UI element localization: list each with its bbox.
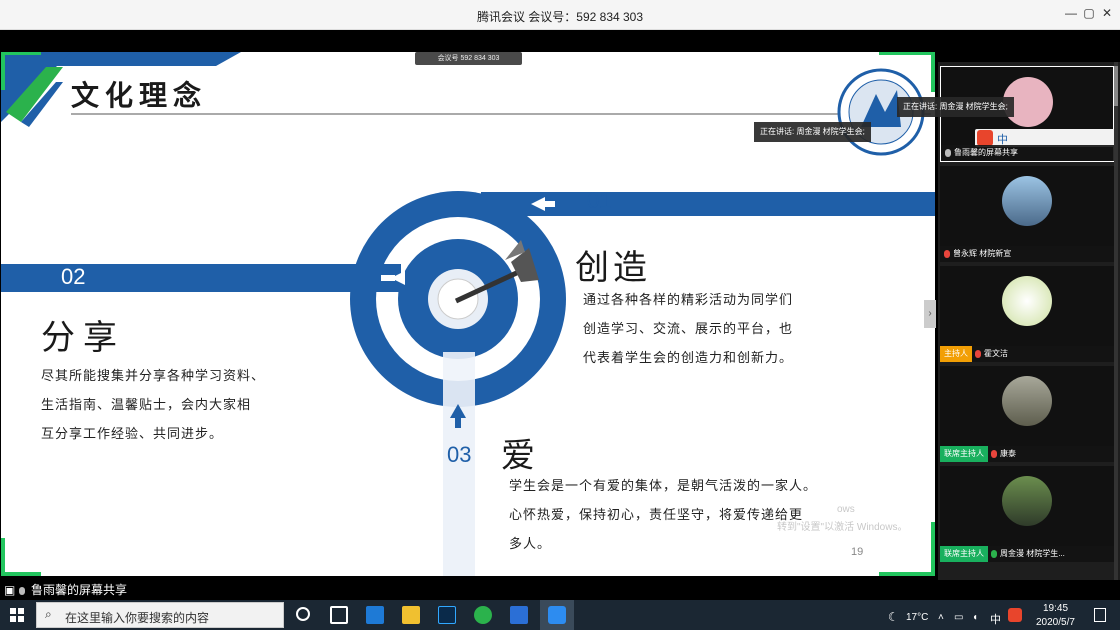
tencent-meeting-taskbar-button[interactable] bbox=[540, 600, 574, 630]
activation-watermark-1: ows bbox=[837, 504, 855, 515]
chevron-up-icon[interactable]: ˄ bbox=[938, 612, 944, 623]
participant-label: 主持人 霍文洁 bbox=[940, 346, 1114, 362]
participant-tile[interactable]: 联席主持人 康泰 bbox=[940, 366, 1114, 462]
close-button[interactable]: ✕ bbox=[1098, 6, 1116, 20]
task-view-icon[interactable] bbox=[330, 606, 348, 624]
speaking-tooltip: 正在讲话: 周金漫 材院学生会; bbox=[897, 97, 1014, 117]
section-love-text: 学生会是一个有爱的集体，是朝气活泼的一家人。 心怀热爱，保持初心，责任坚守，将爱… bbox=[509, 479, 818, 552]
screen-share-bar: ▣ 鲁雨馨的屏幕共享 bbox=[0, 580, 1120, 600]
taskbar-ime[interactable]: 中 bbox=[990, 611, 1001, 627]
search-icon: ⌕ bbox=[45, 607, 52, 621]
section-share-number: 02 bbox=[61, 264, 86, 289]
slide-heading: 文化理念 bbox=[71, 79, 208, 112]
section-create-text: 通过各种各样的精彩活动为同学们 创造学习、交流、展示的平台，也 代表着学生会的创… bbox=[583, 293, 794, 366]
meeting-id-badge[interactable]: 会议号 592 834 303 bbox=[415, 52, 522, 65]
activation-watermark-2: 转到"设置"以激活 Windows。 bbox=[777, 522, 908, 533]
microphone-muted-icon bbox=[975, 349, 981, 358]
microphone-active-icon bbox=[991, 549, 997, 558]
section-love-number: 03 bbox=[447, 442, 472, 467]
microphone-icon bbox=[945, 148, 951, 157]
avatar bbox=[1002, 476, 1052, 526]
clock-time[interactable]: 19:45 bbox=[1043, 603, 1068, 614]
participant-label: 联席主持人 康泰 bbox=[940, 446, 1114, 462]
window-title: 腾讯会议 会议号：592 834 303 bbox=[476, 10, 644, 24]
slide-page-number: 19 bbox=[851, 546, 864, 558]
window-titlebar: 腾讯会议 会议号：592 834 303 — ▢ ✕ bbox=[0, 0, 1120, 30]
screen-share-label: 鲁雨馨的屏幕共享 bbox=[31, 583, 128, 597]
participant-label: 曾永辉 材院新宣 bbox=[940, 246, 1114, 262]
participant-tile[interactable]: 主持人 霍文洁 bbox=[940, 266, 1114, 362]
panel-scrollbar[interactable] bbox=[1114, 62, 1118, 580]
volume-icon[interactable]: ◖ bbox=[972, 612, 978, 623]
word-icon[interactable] bbox=[510, 606, 528, 624]
maximize-button[interactable]: ▢ bbox=[1080, 6, 1098, 20]
section-share-text: 尽其所能搜集并分享各种学习资料、 生活指南、温馨贴士，会内大家相 互分享工作经验… bbox=[41, 369, 266, 442]
section-create-title: 创造 bbox=[575, 248, 651, 288]
participant-label: 联席主持人 周金漫 材院学生... bbox=[940, 546, 1114, 562]
participant-tile[interactable]: 正在讲话: 周金漫 材院学生会; 中 鲁雨馨的屏幕共享 bbox=[897, 66, 1117, 162]
photoshop-icon[interactable] bbox=[438, 606, 456, 624]
participant-tile[interactable]: 曾永辉 材院新宣 bbox=[940, 166, 1114, 262]
avatar bbox=[1002, 376, 1052, 426]
weather-temp[interactable]: 17°C bbox=[906, 612, 928, 623]
avatar bbox=[1002, 176, 1052, 226]
minimize-button[interactable]: — bbox=[1062, 6, 1080, 20]
microphone-muted-icon bbox=[991, 449, 997, 458]
notification-icon[interactable] bbox=[1094, 608, 1106, 622]
participant-tile[interactable]: 联席主持人 周金漫 材院学生... bbox=[940, 466, 1114, 562]
sogou-tray-icon[interactable] bbox=[1008, 608, 1022, 622]
file-explorer-icon[interactable] bbox=[402, 606, 420, 624]
battery-icon[interactable]: ▭ bbox=[954, 612, 963, 623]
section-create-number: 01 bbox=[587, 188, 612, 213]
screen-share-icon: ▣ bbox=[4, 583, 16, 597]
microphone-icon bbox=[18, 586, 25, 595]
edge-icon[interactable] bbox=[366, 606, 384, 624]
browser-icon[interactable] bbox=[474, 606, 492, 624]
clock-date[interactable]: 2020/5/7 bbox=[1036, 617, 1075, 628]
speaking-banner: 正在讲话: 周金漫 材院学生会; bbox=[754, 122, 871, 142]
chevron-right-icon[interactable]: › bbox=[924, 300, 936, 328]
microphone-muted-icon bbox=[944, 249, 950, 258]
moon-icon: ☾ bbox=[888, 610, 899, 624]
participant-label: 鲁雨馨的屏幕共享 bbox=[941, 145, 1115, 161]
section-love-title: 爱 bbox=[501, 436, 535, 476]
taskbar-search-input[interactable]: ⌕ 在这里输入你要搜索的内容 bbox=[36, 602, 284, 628]
participants-panel: 正在讲话: 周金漫 材院学生会; 中 鲁雨馨的屏幕共享 曾永辉 材院新宣 主持人… bbox=[897, 62, 1120, 580]
avatar bbox=[1002, 276, 1052, 326]
windows-start-icon[interactable] bbox=[10, 608, 24, 622]
cortana-icon[interactable] bbox=[296, 607, 310, 621]
section-share-title: 分享 bbox=[41, 318, 125, 358]
sogou-icon bbox=[977, 130, 993, 146]
